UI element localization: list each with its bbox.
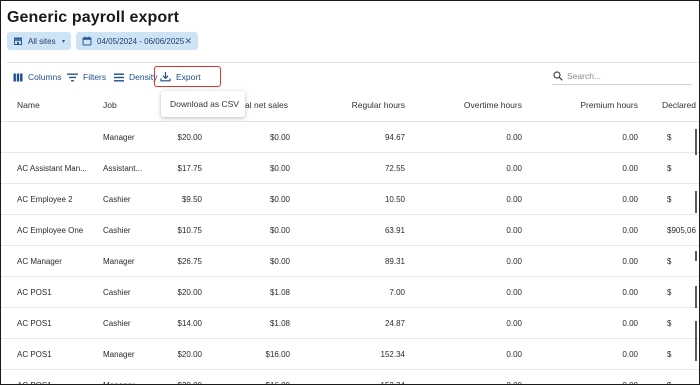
cell-overtime-hours: 0.00 — [506, 225, 522, 235]
columns-button[interactable]: Columns — [12, 67, 62, 87]
column-header-premium-hours[interactable]: Premium hours — [541, 93, 638, 117]
columns-icon — [12, 72, 23, 83]
calendar-icon — [82, 36, 92, 46]
cell-premium-hours: 0.00 — [622, 194, 638, 204]
cell-net-sales: $0.00 — [269, 132, 290, 142]
filter-icon — [67, 72, 78, 83]
table-row[interactable]: AC POS1 Cashier $14.00 $1.08 24.87 0.00 0.00 $ — [1, 308, 699, 339]
cell-name: AC Employee 2 — [17, 194, 73, 204]
clear-date-range-icon[interactable]: ✕ — [184, 36, 192, 47]
column-header-overtime-hours[interactable]: Overtime hours — [421, 93, 522, 117]
download-csv-option[interactable]: Download as CSV — [170, 99, 239, 109]
cell-premium-hours: 0.00 — [622, 225, 638, 235]
filters-label: Filters — [83, 72, 107, 82]
payroll-export-window: Generic payroll export All sites ▾ 04/05… — [0, 0, 700, 385]
export-menu: Download as CSV — [161, 91, 245, 117]
cell-overtime-hours: 0.00 — [506, 194, 522, 204]
cell-net-sales: $16.00 — [265, 380, 290, 385]
cell-regular-hours: 152.34 — [380, 380, 405, 385]
page-title: Generic payroll export — [7, 9, 180, 26]
date-range-chip[interactable]: 04/05/2024 - 06/06/2025 ✕ — [76, 32, 198, 50]
sites-filter-label: All sites — [28, 36, 56, 46]
cell-premium-hours: 0.00 — [622, 287, 638, 297]
column-header-name[interactable]: Name — [17, 93, 40, 117]
column-header-declared[interactable]: Declared — [662, 93, 696, 117]
cell-overtime-hours: 0.00 — [506, 256, 522, 266]
table-row[interactable]: AC Employee One Cashier $10.75 $0.00 63.91 0.… — [1, 215, 699, 246]
cell-rate: $10.75 — [177, 225, 202, 235]
table-row[interactable]: AC Assistant Man... Assistant... $17.75 $0.… — [1, 153, 699, 184]
cell-rate: $20.00 — [177, 132, 202, 142]
cell-premium-hours: 0.00 — [622, 256, 638, 266]
cell-name: AC Assistant Man... — [17, 163, 87, 173]
cell-regular-hours: 10.50 — [384, 194, 405, 204]
cell-regular-hours: 152.34 — [380, 349, 405, 359]
column-header-net-sales[interactable]: al net sales — [245, 93, 288, 117]
cell-overtime-hours: 0.00 — [506, 318, 522, 328]
export-button[interactable]: Export — [154, 66, 221, 87]
date-range-label: 04/05/2024 - 06/06/2025 — [97, 36, 185, 46]
cell-net-sales: $0.00 — [269, 194, 290, 204]
table-row[interactable]: AC POS1 Manager $20.00 $16.00 152.34 0.00 0.00… — [1, 339, 699, 370]
search-icon — [552, 70, 563, 81]
cell-regular-hours: 24.87 — [384, 318, 405, 328]
cell-rate: $17.75 — [177, 163, 202, 173]
density-icon — [113, 72, 124, 83]
cell-rate: $20.00 — [177, 349, 202, 359]
density-button[interactable]: Density — [113, 67, 157, 87]
cell-overtime-hours: 0.00 — [506, 163, 522, 173]
table-row[interactable]: AC POS1 Manager $20.00 $16.00 152.34 0.00 0.00… — [1, 370, 699, 385]
search-input[interactable]: Search... — [552, 67, 692, 85]
column-header-regular-hours[interactable]: Regular hours — [301, 93, 405, 117]
cell-rate: $9.50 — [181, 194, 202, 204]
cell-regular-hours: 94.67 — [384, 132, 405, 142]
cell-net-sales: $0.00 — [269, 256, 290, 266]
cell-name: AC POS1 — [17, 380, 52, 385]
cell-net-sales: $0.00 — [269, 225, 290, 235]
cell-rate: $14.00 — [177, 318, 202, 328]
cell-premium-hours: 0.00 — [622, 163, 638, 173]
store-icon — [13, 36, 23, 46]
table-row[interactable]: Manager $20.00 $0.00 94.67 0.00 0.00 $ — [1, 122, 699, 153]
cell-regular-hours: 72.55 — [384, 163, 405, 173]
cell-premium-hours: 0.00 — [622, 349, 638, 359]
cell-net-sales: $0.00 — [269, 163, 290, 173]
table-row[interactable]: AC POS1 Cashier $20.00 $1.08 7.00 0.00 0.00 $ — [1, 277, 699, 308]
cell-overtime-hours: 0.00 — [506, 349, 522, 359]
cell-overtime-hours: 0.00 — [506, 132, 522, 142]
cell-overtime-hours: 0.00 — [506, 287, 522, 297]
sites-filter-chip[interactable]: All sites ▾ — [7, 32, 71, 50]
cell-name: AC Employee One — [17, 225, 84, 235]
table-row[interactable]: AC Employee 2 Cashier $9.50 $0.00 10.50 0.00 0… — [1, 184, 699, 215]
vertical-scrollbar[interactable] — [694, 121, 698, 384]
cell-regular-hours: 89.31 — [384, 256, 405, 266]
cell-name: AC POS1 — [17, 287, 52, 297]
toolbar-divider — [7, 62, 699, 63]
cell-name: AC Manager — [17, 256, 62, 266]
cell-regular-hours: 7.00 — [389, 287, 405, 297]
export-label: Export — [176, 71, 201, 82]
cell-rate: $20.00 — [177, 287, 202, 297]
column-header-job[interactable]: Job — [103, 93, 117, 117]
cell-net-sales: $1.08 — [269, 318, 290, 328]
cell-name: AC POS1 — [17, 318, 52, 328]
cell-name — [17, 122, 97, 152]
cell-rate: $20.00 — [177, 380, 202, 385]
cell-net-sales: $16.00 — [265, 349, 290, 359]
cell-net-sales: $1.08 — [269, 287, 290, 297]
search-placeholder: Search... — [567, 70, 602, 81]
cell-premium-hours: 0.00 — [622, 132, 638, 142]
chevron-down-icon: ▾ — [61, 38, 65, 45]
cell-premium-hours: 0.00 — [622, 380, 638, 385]
table-row[interactable]: AC Manager Manager $26.75 $0.00 89.31 0.00 0.0… — [1, 246, 699, 277]
columns-label: Columns — [28, 72, 62, 82]
cell-premium-hours: 0.00 — [622, 318, 638, 328]
filters-button[interactable]: Filters — [67, 67, 106, 87]
cell-regular-hours: 63.91 — [384, 225, 405, 235]
download-icon — [160, 71, 171, 82]
cell-rate: $26.75 — [177, 256, 202, 266]
cell-name: AC POS1 — [17, 349, 52, 359]
cell-overtime-hours: 0.00 — [506, 380, 522, 385]
